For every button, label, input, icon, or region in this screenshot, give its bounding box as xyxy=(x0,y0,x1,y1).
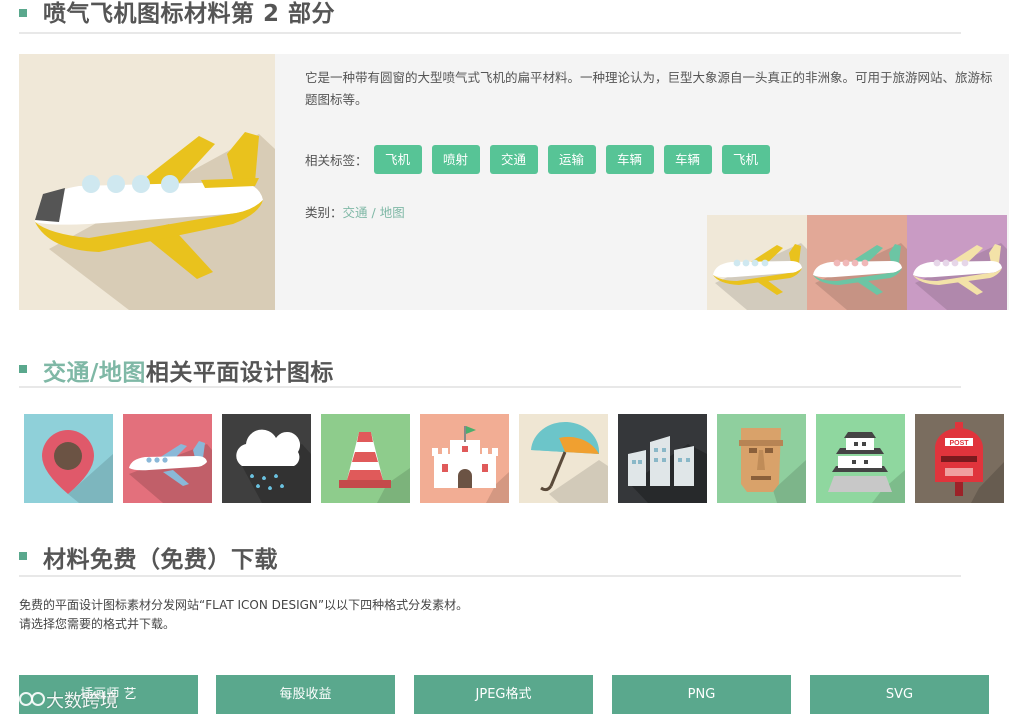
watermark-text: 大数跨境 xyxy=(46,691,118,712)
related-icon-tile[interactable] xyxy=(24,414,113,503)
related-icon-tile[interactable] xyxy=(519,414,608,503)
material-description: 它是一种带有圆窗的大型喷气式飞机的扁平材料。一种理论认为，巨型大象源自一头真正的… xyxy=(305,70,993,107)
category-line: 类别：交通 / 地图 xyxy=(305,202,405,221)
castle-icon xyxy=(432,426,509,503)
japanese-castle-icon xyxy=(828,432,905,503)
download-text-line: 请选择您需要的格式并下载。 xyxy=(19,617,176,631)
moai-icon xyxy=(739,428,806,503)
airplane-icon xyxy=(907,215,1007,310)
section-header-download: 材料免费（免费）下载 xyxy=(19,540,961,577)
category-label: 类别： xyxy=(305,205,343,220)
related-title-category[interactable]: 交通/地图 xyxy=(43,360,146,386)
variant-thumbnail-salmon[interactable] xyxy=(807,215,907,310)
tag-vehicle-2[interactable]: 车辆 xyxy=(663,144,712,174)
variant-thumbnail-purple[interactable] xyxy=(907,215,1007,310)
airplane-icon xyxy=(807,215,907,310)
material-detail-panel: 它是一种带有圆窗的大型喷气式飞机的扁平材料。一种理论认为，巨型大象源自一头真正的… xyxy=(19,54,1009,310)
download-text-line: 免费的平面设计图标素材分发网站“FLAT ICON DESIGN”以以下四种格式… xyxy=(19,598,469,612)
tag-shipping[interactable]: 运输 xyxy=(547,144,596,174)
section-marker xyxy=(19,9,27,17)
download-png-button[interactable]: PNG xyxy=(612,675,791,714)
mailbox-icon: POST xyxy=(935,422,1004,503)
tag-jet[interactable]: 喷射 xyxy=(431,144,480,174)
category-separator: / xyxy=(371,205,376,220)
tag-vehicle[interactable]: 车辆 xyxy=(605,144,654,174)
related-icon-tile[interactable] xyxy=(717,414,806,503)
download-instructions: 免费的平面设计图标素材分发网站“FLAT ICON DESIGN”以以下四种格式… xyxy=(19,596,468,634)
page-title: 喷气飞机图标材料第 2 部分 xyxy=(43,1,336,27)
map-pin-icon xyxy=(42,430,113,503)
main-preview-image[interactable] xyxy=(19,54,275,310)
section-header-related: 交通/地图相关平面设计图标 xyxy=(19,352,961,388)
related-title: 交通/地图相关平面设计图标 xyxy=(43,353,334,387)
download-jpeg-button[interactable]: JPEG格式 xyxy=(414,675,593,714)
umbrella-icon xyxy=(531,421,608,503)
buildings-icon xyxy=(628,436,707,503)
airplane-icon xyxy=(35,132,275,310)
rain-cloud-icon xyxy=(236,429,311,503)
related-icon-tile[interactable] xyxy=(420,414,509,503)
related-icon-tile[interactable] xyxy=(816,414,905,503)
svg-text:POST: POST xyxy=(949,440,969,447)
download-eps-button[interactable]: 每股收益 xyxy=(216,675,395,714)
section-header-main: 喷气飞机图标材料第 2 部分 xyxy=(19,0,961,34)
related-icon-tile[interactable]: POST xyxy=(915,414,1004,503)
airplane-icon xyxy=(707,215,807,310)
category-link-transport[interactable]: 交通 xyxy=(343,205,368,220)
tags-label: 相关标签： xyxy=(305,152,368,168)
category-link-map[interactable]: 地图 xyxy=(380,205,405,220)
related-icon-tile[interactable] xyxy=(222,414,311,503)
related-icon-tile[interactable] xyxy=(123,414,212,503)
watermark: 大数跨境 xyxy=(6,686,118,714)
tag-transport[interactable]: 交通 xyxy=(489,144,538,174)
related-icon-tile[interactable] xyxy=(321,414,410,503)
related-icon-grid: POST xyxy=(24,414,1014,503)
tag-airplane[interactable]: 飞机 xyxy=(373,144,422,174)
traffic-cone-icon xyxy=(339,432,410,503)
tag-airplane-2[interactable]: 飞机 xyxy=(721,144,770,174)
airplane-icon xyxy=(129,441,212,503)
download-svg-button[interactable]: SVG xyxy=(810,675,989,714)
watermark-logo-icon xyxy=(8,692,45,706)
related-icon-tile[interactable] xyxy=(618,414,707,503)
related-title-rest: 相关平面设计图标 xyxy=(145,360,334,386)
variant-thumbnail-beige[interactable] xyxy=(707,215,807,310)
section-marker xyxy=(19,365,27,373)
download-title: 材料免费（免费）下载 xyxy=(43,547,278,573)
tag-list: 相关标签： 飞机 喷射 交通 运输 车辆 车辆 飞机 xyxy=(305,144,780,174)
section-marker xyxy=(19,552,27,560)
